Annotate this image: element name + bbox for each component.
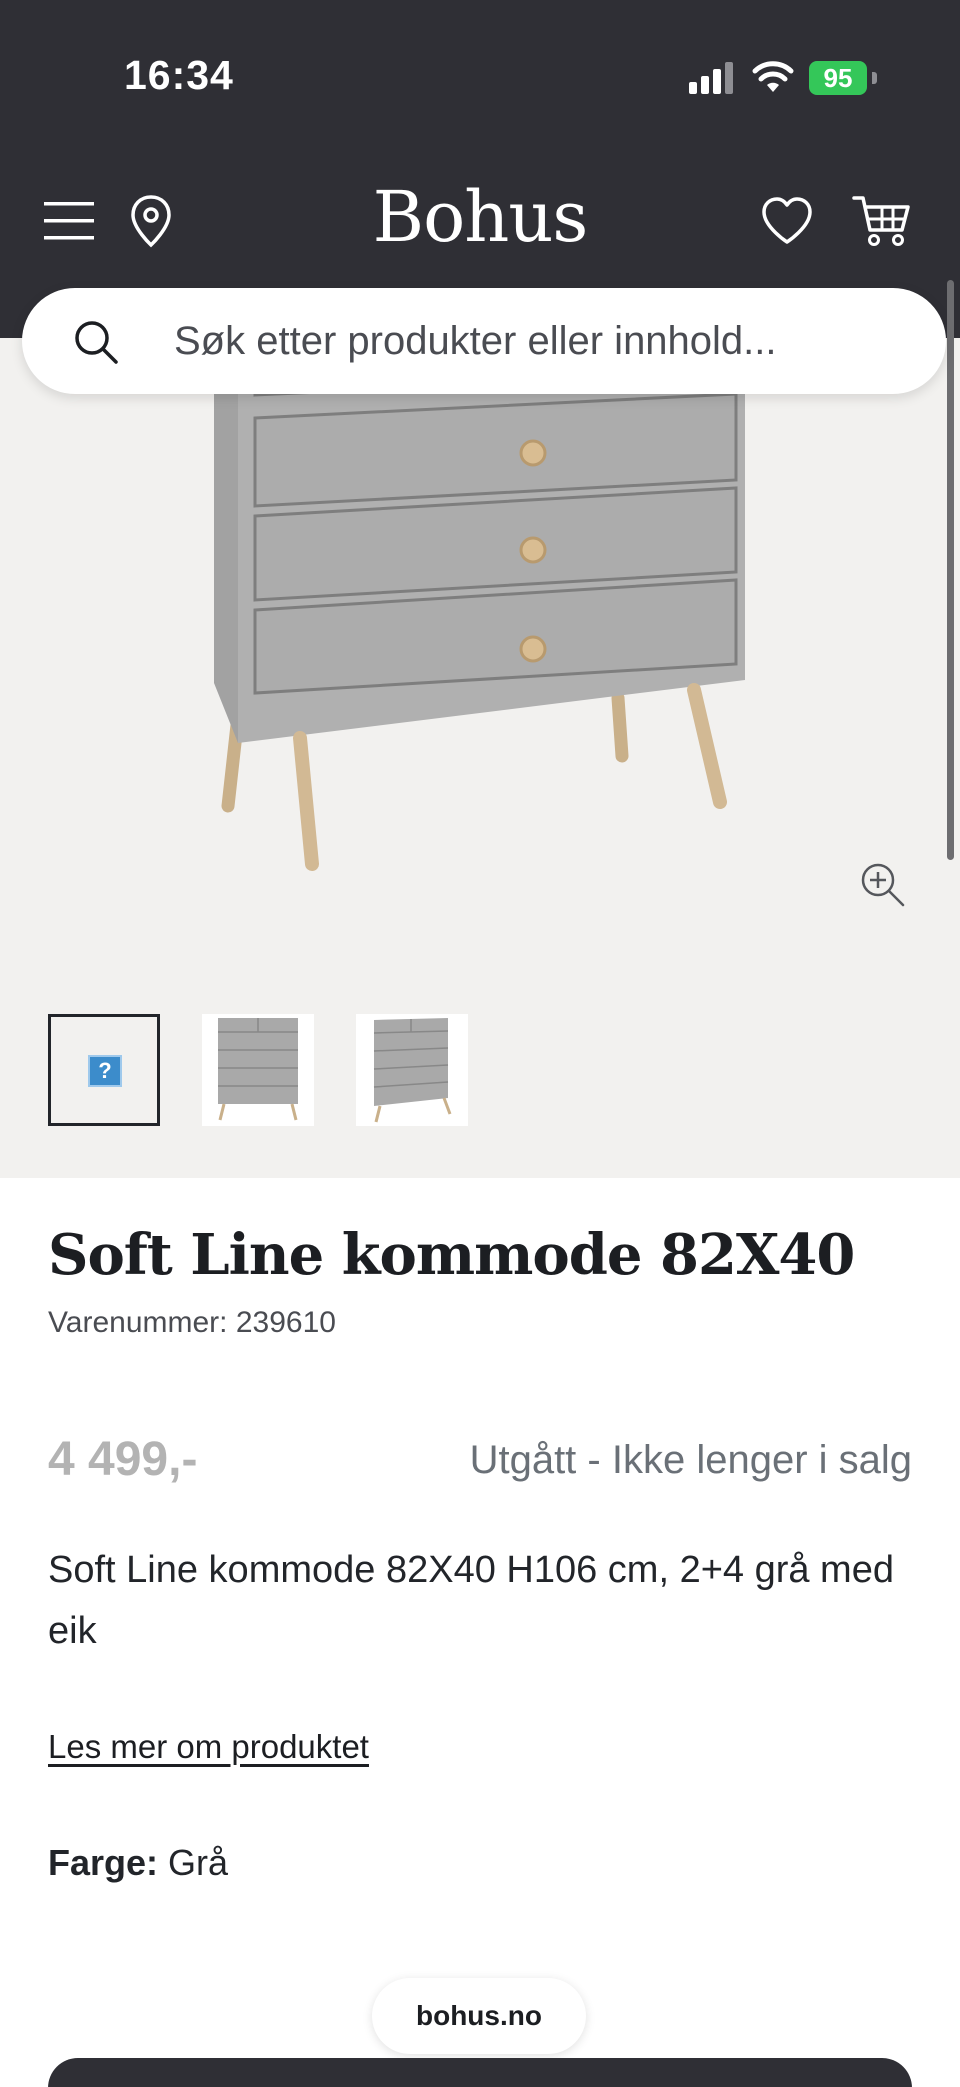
gallery-thumbnail-front[interactable] bbox=[202, 1014, 314, 1126]
gallery-thumbnail-placeholder[interactable]: ? bbox=[48, 1014, 160, 1126]
cellular-signal-icon bbox=[689, 62, 733, 94]
browser-url-pill[interactable]: bohus.no bbox=[372, 1978, 586, 2054]
product-sku: Varenummer: 239610 bbox=[48, 1306, 336, 1339]
product-description: Soft Line kommode 82X40 H106 cm, 2+4 grå… bbox=[48, 1549, 894, 1652]
zoom-in-icon[interactable] bbox=[858, 860, 906, 908]
status-time: 16:34 bbox=[124, 52, 234, 98]
read-more-link[interactable]: Les mer om produktet bbox=[48, 1728, 369, 1766]
missing-image-icon: ? bbox=[88, 1055, 122, 1087]
search-bar[interactable] bbox=[22, 288, 946, 394]
color-value: Grå bbox=[168, 1842, 229, 1883]
color-label: Farge: bbox=[48, 1842, 159, 1883]
chest-thumbnail-icon bbox=[373, 1018, 452, 1123]
battery-cap bbox=[872, 72, 877, 84]
product-title: Soft Line kommode 82X40 bbox=[48, 1222, 855, 1288]
shopping-cart-icon[interactable] bbox=[852, 194, 912, 248]
battery-level: 95 bbox=[809, 61, 867, 95]
product-price: 4 499,- bbox=[48, 1433, 198, 1486]
product-gallery: ? bbox=[0, 338, 960, 1178]
battery-icon: 95 bbox=[809, 61, 877, 95]
wishlist-heart-icon[interactable] bbox=[760, 196, 814, 246]
bohus-logo[interactable]: Bohus bbox=[0, 176, 960, 258]
wifi-icon bbox=[752, 61, 794, 92]
page-scrollbar[interactable] bbox=[947, 280, 954, 860]
availability-status: Utgått - Ikke lenger i salg bbox=[469, 1438, 912, 1482]
search-icon bbox=[75, 321, 118, 364]
chest-thumbnail-icon bbox=[218, 1018, 298, 1121]
gallery-thumbnail-angle[interactable] bbox=[356, 1014, 468, 1126]
color-attribute: Farge: Grå bbox=[48, 1842, 228, 1884]
bottom-action-bar[interactable] bbox=[48, 2058, 912, 2087]
product-image-chest-of-drawers[interactable] bbox=[200, 338, 760, 878]
search-input[interactable] bbox=[174, 312, 894, 370]
